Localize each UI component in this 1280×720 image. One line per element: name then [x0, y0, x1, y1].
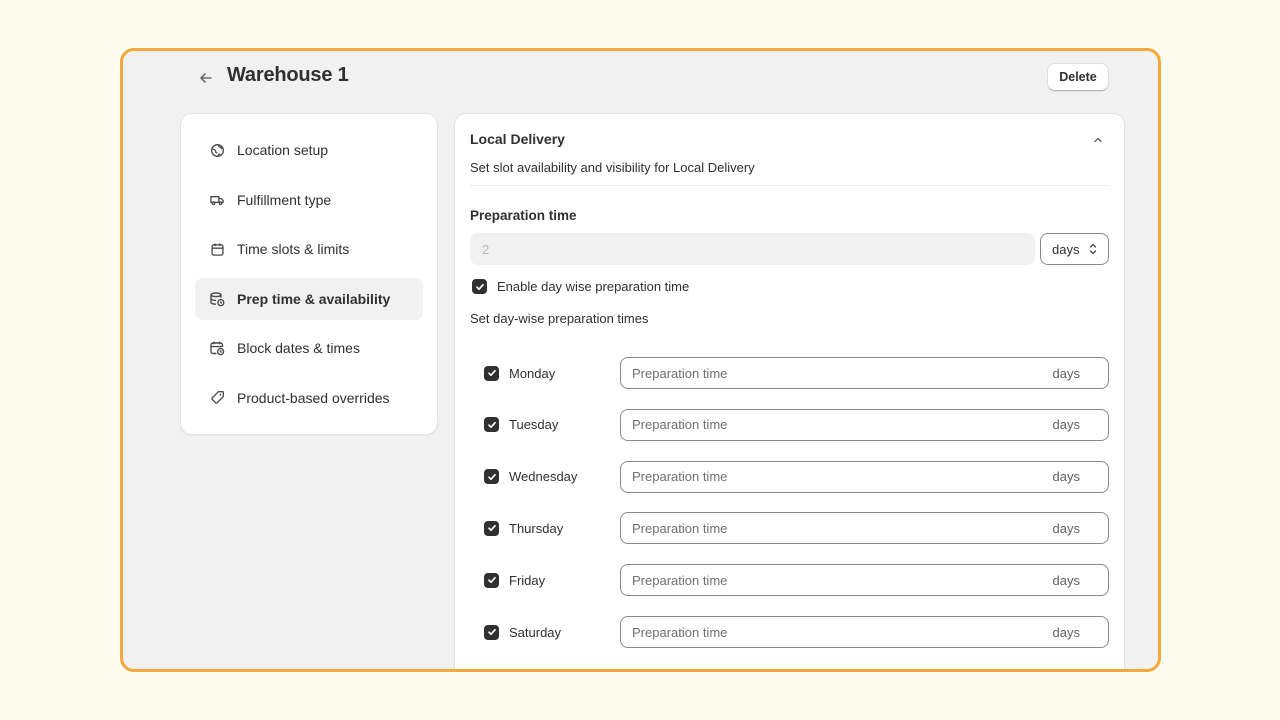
- day-row-monday: Monday days: [484, 357, 1109, 389]
- day-preparation-input[interactable]: [621, 365, 1001, 381]
- local-delivery-card: Local Delivery Set slot availability and…: [454, 113, 1125, 669]
- divider: [470, 185, 1109, 186]
- calendar-clock-icon: [209, 340, 225, 356]
- day-row-thursday: Thursday days: [484, 512, 1109, 545]
- daywise-title: Set day-wise preparation times: [470, 311, 649, 326]
- day-preparation-input[interactable]: [621, 572, 1001, 588]
- day-label: Wednesday: [509, 469, 578, 485]
- sidebar-item-label: Fulfillment type: [237, 191, 332, 208]
- day-row-friday: Friday days: [484, 564, 1109, 597]
- day-preparation-field[interactable]: days: [620, 408, 1109, 441]
- day-preparation-field[interactable]: days: [620, 616, 1109, 648]
- enable-daywise-label: Enable day wise preparation time: [497, 279, 690, 294]
- day-checkbox[interactable]: [484, 469, 499, 485]
- calendar-icon: [209, 241, 225, 257]
- tag-icon: [209, 390, 225, 406]
- day-unit-suffix: days: [1052, 417, 1080, 433]
- delivery-truck-icon: [209, 192, 225, 208]
- card-title: Local Delivery: [470, 131, 565, 147]
- check-icon: [487, 473, 496, 480]
- sidebar-item-block-dates[interactable]: Block dates & times: [195, 327, 423, 369]
- sidebar-item-product-overrides[interactable]: Product-based overrides: [195, 377, 423, 419]
- day-checkbox[interactable]: [484, 520, 499, 536]
- check-icon: [487, 577, 496, 584]
- day-preparation-input[interactable]: [621, 417, 1001, 433]
- settings-sidebar: Location setup Fulfillment type Time slo…: [180, 113, 438, 435]
- sidebar-item-fulfillment-type[interactable]: Fulfillment type: [195, 179, 423, 221]
- arrow-left-icon: [200, 73, 212, 83]
- day-label: Monday: [509, 365, 556, 381]
- page-header: Warehouse 1 Delete: [123, 51, 1158, 107]
- day-label: Friday: [509, 572, 546, 588]
- enable-daywise-checkbox[interactable]: [472, 279, 487, 294]
- day-label: Tuesday: [509, 417, 559, 433]
- day-row-saturday: Saturday days: [484, 616, 1109, 648]
- sidebar-item-label: Block dates & times: [237, 340, 360, 357]
- sidebar-item-label: Location setup: [237, 142, 329, 158]
- preparation-time-label: Preparation time: [470, 208, 577, 223]
- check-icon: [487, 628, 496, 636]
- day-label: Thursday: [509, 520, 564, 536]
- sidebar-item-time-slots[interactable]: Time slots & limits: [195, 228, 423, 270]
- unit-select-value: days: [1052, 241, 1080, 257]
- select-arrows-icon: [1089, 243, 1097, 255]
- page-title: Warehouse 1: [227, 64, 349, 86]
- day-preparation-field[interactable]: days: [620, 357, 1109, 389]
- check-icon: [487, 369, 496, 377]
- day-checkbox[interactable]: [484, 624, 499, 640]
- day-preparation-input[interactable]: [621, 469, 1001, 485]
- day-preparation-field[interactable]: days: [620, 460, 1109, 493]
- day-row-wednesday: Wednesday days: [484, 460, 1109, 493]
- day-unit-suffix: days: [1052, 572, 1080, 588]
- collapse-button[interactable]: [1089, 131, 1107, 149]
- check-icon: [475, 283, 484, 290]
- day-checkbox[interactable]: [484, 417, 499, 433]
- unit-select[interactable]: days: [1040, 233, 1109, 265]
- preparation-time-input[interactable]: [470, 233, 1035, 265]
- day-unit-suffix: days: [1052, 520, 1080, 536]
- day-label: Saturday: [509, 624, 562, 640]
- sidebar-item-location-setup[interactable]: Location setup: [195, 129, 423, 171]
- globe-icon: [209, 142, 225, 158]
- day-row-tuesday: Tuesday days: [484, 408, 1109, 441]
- day-checkbox[interactable]: [484, 365, 499, 381]
- card-subtitle: Set slot availability and visibility for…: [470, 160, 755, 175]
- day-unit-suffix: days: [1052, 624, 1080, 640]
- day-checkbox[interactable]: [484, 572, 499, 588]
- back-button[interactable]: [193, 65, 219, 91]
- app-frame: Warehouse 1 Delete Location setup Fulfil…: [120, 48, 1161, 672]
- enable-daywise-row: Enable day wise preparation time: [472, 279, 689, 294]
- database-clock-icon: [209, 291, 225, 307]
- delete-button[interactable]: Delete: [1047, 63, 1109, 91]
- sidebar-item-prep-time[interactable]: Prep time & availability: [195, 277, 423, 320]
- check-icon: [487, 525, 496, 532]
- day-preparation-input[interactable]: [621, 624, 1001, 640]
- day-unit-suffix: days: [1052, 469, 1080, 485]
- day-preparation-field[interactable]: days: [620, 512, 1109, 545]
- sidebar-item-label: Prep time & availability: [237, 290, 391, 307]
- day-preparation-field[interactable]: days: [620, 564, 1109, 597]
- check-icon: [487, 421, 496, 428]
- day-unit-suffix: days: [1052, 365, 1080, 381]
- day-preparation-input[interactable]: [621, 520, 1001, 536]
- sidebar-item-label: Product-based overrides: [237, 389, 390, 406]
- sidebar-item-label: Time slots & limits: [237, 241, 350, 258]
- chevron-up-icon: [1094, 137, 1102, 143]
